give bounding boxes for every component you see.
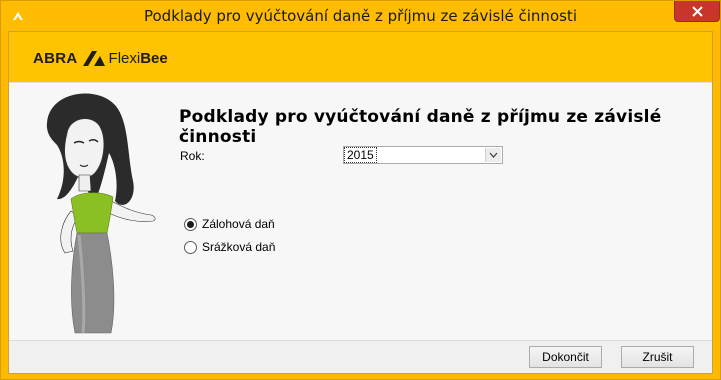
- radio-advance-tax-label[interactable]: Zálohová daň: [202, 217, 275, 231]
- assistant-woman-illustration: [46, 93, 156, 334]
- button-bar: Dokončit Zrušit: [9, 341, 712, 373]
- logo-mark-icon: [82, 51, 105, 66]
- header-banner: ABRA Flexi Bee: [9, 32, 712, 82]
- cancel-button[interactable]: Zrušit: [621, 346, 694, 368]
- year-select-dropdown-button[interactable]: [485, 148, 501, 162]
- dialog-body: ABRA Flexi Bee Podklady pro vyúčtování d…: [8, 31, 713, 374]
- logo-abra-text: ABRA: [33, 49, 78, 67]
- close-button[interactable]: [674, 1, 720, 22]
- finish-button[interactable]: Dokončit: [529, 346, 602, 368]
- logo-bee-text: Bee: [140, 49, 168, 67]
- radio-option-withholding-tax[interactable]: Srážková daň: [184, 240, 275, 254]
- year-label: Rok:: [180, 149, 205, 163]
- abra-flexibee-logo: ABRA Flexi Bee: [33, 48, 168, 68]
- chevron-down-icon: [489, 152, 498, 158]
- dialog-window: Podklady pro vyúčtování daně z příjmu ze…: [0, 0, 721, 380]
- year-select[interactable]: 2015: [343, 146, 503, 164]
- radio-option-advance-tax[interactable]: Zálohová daň: [184, 217, 275, 231]
- radio-withholding-tax-label[interactable]: Srážková daň: [202, 240, 275, 254]
- logo-flexi-text: Flexi: [108, 49, 141, 67]
- wizard-content: Podklady pro vyúčtování daně z příjmu ze…: [9, 83, 712, 340]
- title-bar[interactable]: Podklady pro vyúčtování daně z příjmu ze…: [1, 1, 720, 31]
- form-heading: Podklady pro vyúčtování daně z příjmu ze…: [179, 107, 662, 147]
- radio-withholding-tax[interactable]: [184, 240, 197, 254]
- window-title: Podklady pro vyúčtování daně z příjmu ze…: [143, 7, 577, 25]
- radio-advance-tax[interactable]: [184, 217, 197, 231]
- close-icon: [691, 5, 703, 17]
- year-select-value: 2015: [344, 147, 377, 163]
